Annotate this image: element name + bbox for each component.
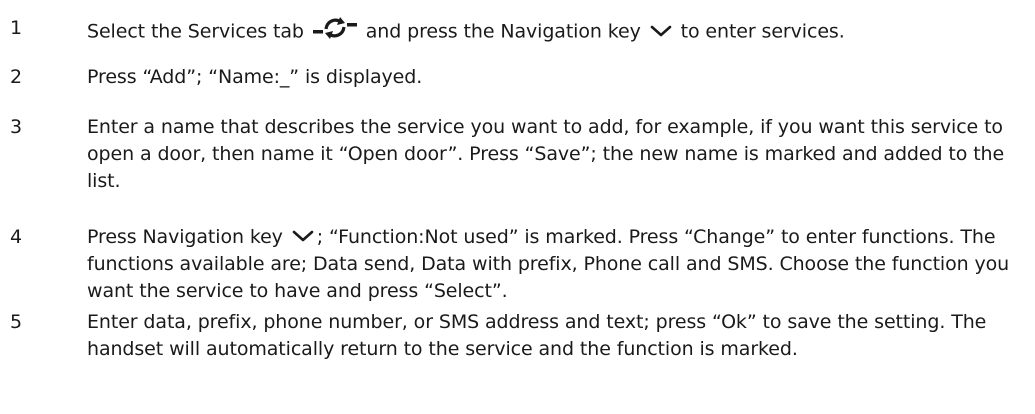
step-text: Enter data, prefix, phone number, or SMS… — [87, 309, 1027, 363]
step-text: Enter a name that describes the service … — [87, 114, 1027, 195]
step-number: 5 — [10, 311, 23, 333]
step-text: Press Navigation key ; “Function:Not use… — [87, 224, 1027, 305]
step-text-segment: Enter data, prefix, phone number, or SMS… — [87, 311, 987, 360]
step-text-segment: to enter services. — [674, 20, 845, 43]
instruction-list: 1 Select the Services tab and press the … — [0, 0, 1035, 414]
step-number: 3 — [10, 116, 23, 138]
services-tab-icon — [312, 15, 357, 49]
step-number: 4 — [10, 226, 23, 248]
navigation-down-key-icon — [292, 224, 314, 251]
step-text-segment: Press Navigation key — [87, 226, 289, 248]
step-text-segment: and press the Navigation key — [359, 20, 647, 43]
step-number: 1 — [10, 17, 23, 39]
step-number: 2 — [10, 66, 23, 88]
step-text: Select the Services tab and press the Na… — [87, 15, 1027, 49]
step-text-segment: Enter a name that describes the service … — [87, 116, 1005, 192]
step-text-segment: Select the Services tab — [87, 20, 310, 43]
step-text-segment: Press “Add”; “Name:_” is displayed. — [87, 66, 423, 88]
navigation-down-key-icon — [650, 19, 672, 46]
step-text: Press “Add”; “Name:_” is displayed. — [87, 64, 1027, 91]
